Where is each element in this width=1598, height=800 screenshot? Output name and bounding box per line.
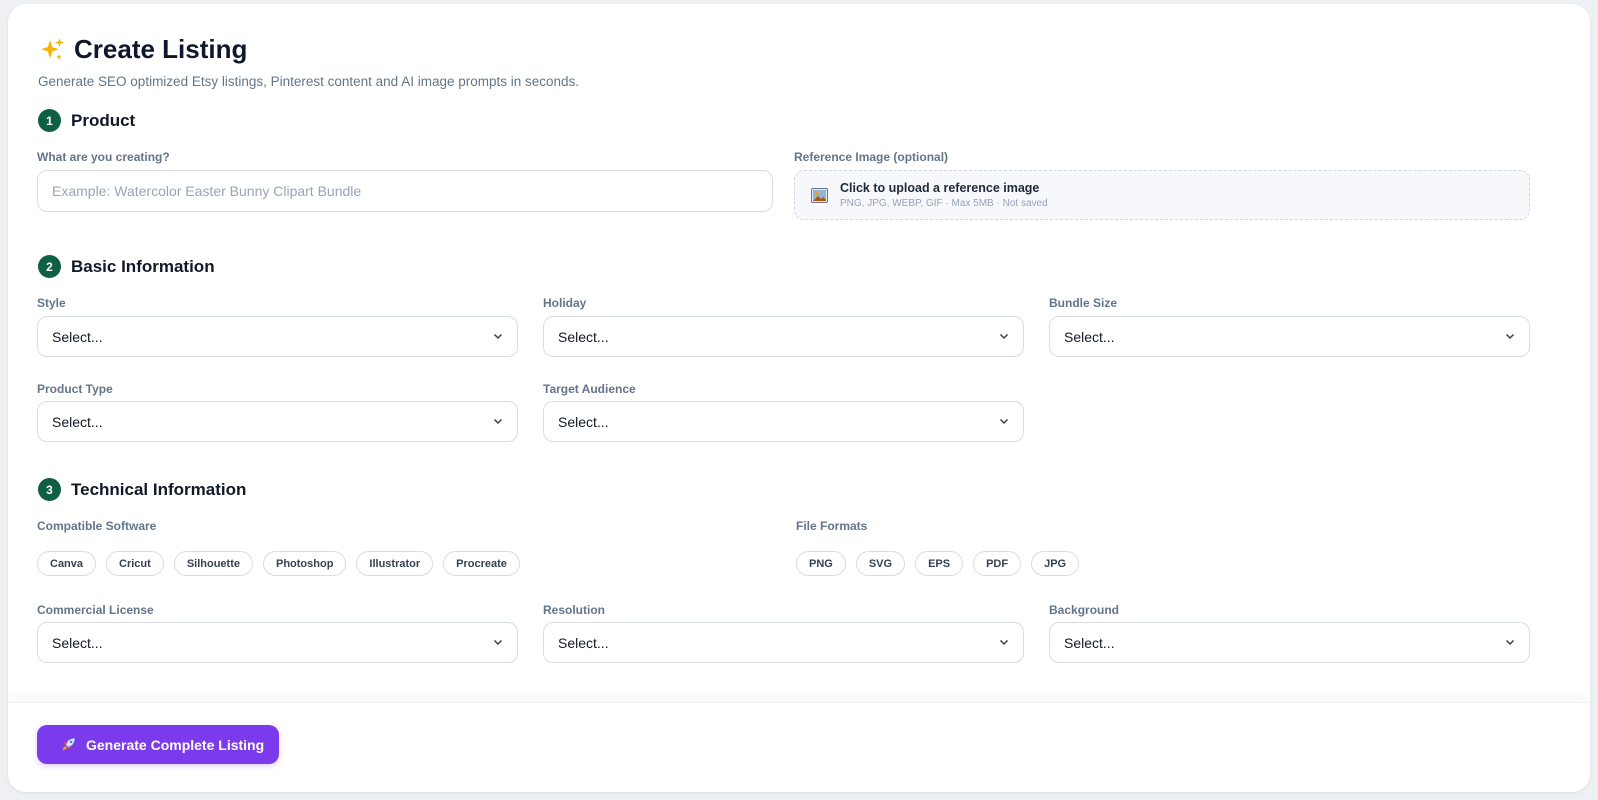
compatible-software-label: Compatible Software — [37, 519, 157, 533]
chip-illustrator[interactable]: Illustrator — [356, 551, 434, 576]
image-icon — [811, 187, 828, 203]
chevron-down-icon — [1505, 333, 1515, 340]
software-chip-group: Canva Cricut Silhouette Photoshop Illust… — [37, 551, 520, 576]
style-select[interactable]: Select... — [37, 316, 518, 357]
select-value: Select... — [52, 413, 103, 430]
select-value: Select... — [52, 328, 103, 345]
chip-photoshop[interactable]: Photoshop — [262, 551, 347, 576]
generate-listing-button[interactable]: Generate Complete Listing — [37, 725, 279, 764]
rocket-icon — [62, 738, 75, 751]
section-title: Technical Information — [71, 479, 247, 499]
reference-image-upload[interactable]: Click to upload a reference image PNG, J… — [794, 170, 1530, 220]
chip-png[interactable]: PNG — [796, 551, 846, 576]
commercial-license-select[interactable]: Select... — [37, 622, 518, 663]
holiday-label: Holiday — [543, 296, 587, 310]
chevron-down-icon — [1505, 639, 1515, 646]
chip-pdf[interactable]: PDF — [973, 551, 1022, 576]
target-audience-label: Target Audience — [543, 382, 636, 396]
product-name-label: What are you creating? — [37, 150, 170, 164]
page-subtitle: Generate SEO optimized Etsy listings, Pi… — [38, 74, 580, 89]
section-technical-header: 3 Technical Information — [38, 478, 246, 501]
product-type-select[interactable]: Select... — [37, 401, 518, 442]
page-header: Create Listing — [38, 34, 247, 65]
chip-canva[interactable]: Canva — [37, 551, 97, 576]
section-title: Basic Information — [71, 256, 215, 276]
commercial-license-label: Commercial License — [37, 603, 154, 617]
reference-image-label: Reference Image (optional) — [794, 150, 949, 164]
holiday-select[interactable]: Select... — [543, 316, 1024, 357]
bundle-size-label: Bundle Size — [1049, 296, 1118, 310]
chevron-down-icon — [999, 418, 1009, 425]
section-title: Product — [71, 110, 136, 130]
bundle-size-select[interactable]: Select... — [1049, 316, 1530, 357]
chip-eps[interactable]: EPS — [915, 551, 964, 576]
chip-jpg[interactable]: JPG — [1031, 551, 1080, 576]
chevron-down-icon — [493, 639, 503, 646]
style-label: Style — [37, 296, 66, 310]
section-basic-header: 2 Basic Information — [38, 255, 215, 278]
select-value: Select... — [558, 634, 609, 651]
step-badge: 3 — [38, 478, 61, 501]
select-value: Select... — [558, 328, 609, 345]
resolution-label: Resolution — [543, 603, 605, 617]
page-title: Create Listing — [74, 34, 248, 64]
chevron-down-icon — [999, 639, 1009, 646]
upload-title: Click to upload a reference image — [840, 181, 1040, 195]
step-badge: 2 — [38, 255, 61, 278]
chip-cricut[interactable]: Cricut — [106, 551, 164, 576]
generate-button-label: Generate Complete Listing — [86, 736, 265, 753]
create-listing-card: Create Listing Generate SEO optimized Et… — [8, 4, 1590, 792]
section-product-header: 1 Product — [38, 109, 135, 132]
background-select[interactable]: Select... — [1049, 622, 1530, 663]
chip-silhouette[interactable]: Silhouette — [173, 551, 253, 576]
chevron-down-icon — [999, 333, 1009, 340]
format-chip-group: PNG SVG EPS PDF JPG — [796, 551, 1080, 576]
chip-svg[interactable]: SVG — [855, 551, 906, 576]
sparkles-icon — [41, 37, 64, 60]
upload-text: Click to upload a reference image PNG, J… — [840, 181, 1048, 209]
background-label: Background — [1049, 603, 1120, 617]
select-value: Select... — [52, 634, 103, 651]
step-badge: 1 — [38, 109, 61, 132]
upload-hint: PNG, JPG, WEBP, GIF · Max 5MB · Not save… — [840, 198, 1048, 209]
chevron-down-icon — [493, 333, 503, 340]
select-value: Select... — [1064, 634, 1115, 651]
chip-procreate[interactable]: Procreate — [443, 551, 520, 576]
select-value: Select... — [1064, 328, 1115, 345]
action-footer: Generate Complete Listing — [8, 702, 1590, 792]
chevron-down-icon — [493, 418, 503, 425]
target-audience-select[interactable]: Select... — [543, 401, 1024, 442]
select-value: Select... — [558, 413, 609, 430]
resolution-select[interactable]: Select... — [543, 622, 1024, 663]
product-name-input[interactable] — [37, 170, 773, 212]
product-type-label: Product Type — [37, 382, 113, 396]
file-formats-label: File Formats — [796, 519, 868, 533]
